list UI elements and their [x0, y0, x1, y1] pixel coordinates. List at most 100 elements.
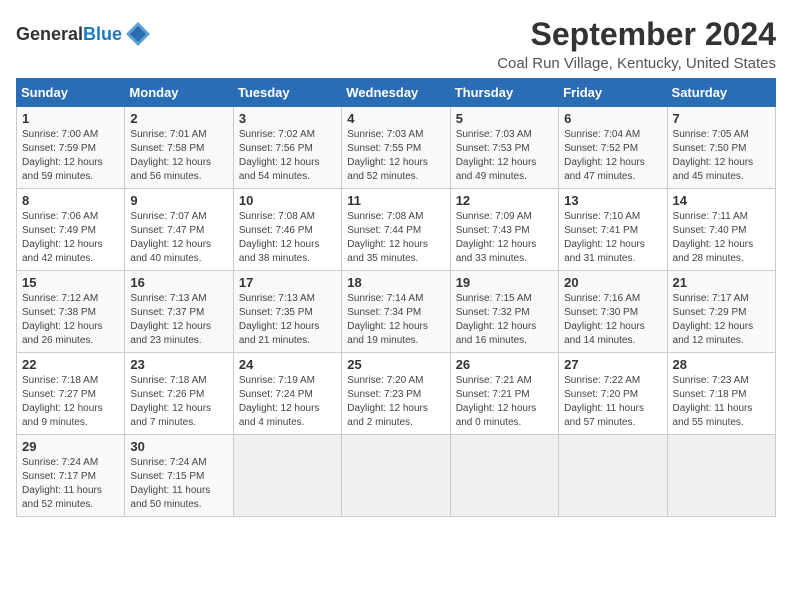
calendar-cell: 2 Sunrise: 7:01 AMSunset: 7:58 PMDayligh…: [125, 107, 233, 189]
calendar-cell: 6 Sunrise: 7:04 AMSunset: 7:52 PMDayligh…: [559, 107, 667, 189]
day-number: 29: [22, 439, 119, 454]
calendar-cell: 28 Sunrise: 7:23 AMSunset: 7:18 PMDaylig…: [667, 353, 775, 435]
day-number: 24: [239, 357, 336, 372]
day-number: 15: [22, 275, 119, 290]
calendar-cell: 14 Sunrise: 7:11 AMSunset: 7:40 PMDaylig…: [667, 189, 775, 271]
day-info: Sunrise: 7:03 AMSunset: 7:55 PMDaylight:…: [347, 129, 428, 182]
calendar-week-row: 22 Sunrise: 7:18 AMSunset: 7:27 PMDaylig…: [17, 353, 776, 435]
day-number: 11: [347, 193, 444, 208]
day-number: 27: [564, 357, 661, 372]
calendar-cell: 9 Sunrise: 7:07 AMSunset: 7:47 PMDayligh…: [125, 189, 233, 271]
day-number: 23: [130, 357, 227, 372]
day-number: 26: [456, 357, 553, 372]
page-subtitle: Coal Run Village, Kentucky, United State…: [497, 55, 776, 72]
calendar-cell: 17 Sunrise: 7:13 AMSunset: 7:35 PMDaylig…: [233, 271, 341, 353]
day-number: 20: [564, 275, 661, 290]
calendar-cell: 30 Sunrise: 7:24 AMSunset: 7:15 PMDaylig…: [125, 435, 233, 517]
calendar-cell: 10 Sunrise: 7:08 AMSunset: 7:46 PMDaylig…: [233, 189, 341, 271]
day-number: 13: [564, 193, 661, 208]
day-info: Sunrise: 7:20 AMSunset: 7:23 PMDaylight:…: [347, 375, 428, 428]
day-header-thursday: Thursday: [450, 79, 558, 107]
logo: GeneralBlue: [16, 20, 152, 48]
day-info: Sunrise: 7:06 AMSunset: 7:49 PMDaylight:…: [22, 211, 103, 264]
day-number: 30: [130, 439, 227, 454]
calendar-cell: 1 Sunrise: 7:00 AMSunset: 7:59 PMDayligh…: [17, 107, 125, 189]
logo-icon: [124, 20, 152, 48]
day-number: 12: [456, 193, 553, 208]
calendar-cell: 19 Sunrise: 7:15 AMSunset: 7:32 PMDaylig…: [450, 271, 558, 353]
day-number: 3: [239, 111, 336, 126]
day-header-wednesday: Wednesday: [342, 79, 450, 107]
header: GeneralBlue September 2024 Coal Run Vill…: [16, 16, 776, 72]
day-number: 21: [673, 275, 770, 290]
day-number: 25: [347, 357, 444, 372]
day-info: Sunrise: 7:22 AMSunset: 7:20 PMDaylight:…: [564, 375, 644, 428]
calendar-cell: 4 Sunrise: 7:03 AMSunset: 7:55 PMDayligh…: [342, 107, 450, 189]
calendar-header-row: SundayMondayTuesdayWednesdayThursdayFrid…: [17, 79, 776, 107]
day-number: 4: [347, 111, 444, 126]
calendar-week-row: 29 Sunrise: 7:24 AMSunset: 7:17 PMDaylig…: [17, 435, 776, 517]
calendar-cell: 26 Sunrise: 7:21 AMSunset: 7:21 PMDaylig…: [450, 353, 558, 435]
calendar-cell: 29 Sunrise: 7:24 AMSunset: 7:17 PMDaylig…: [17, 435, 125, 517]
day-header-sunday: Sunday: [17, 79, 125, 107]
day-info: Sunrise: 7:08 AMSunset: 7:46 PMDaylight:…: [239, 211, 320, 264]
day-header-friday: Friday: [559, 79, 667, 107]
day-number: 18: [347, 275, 444, 290]
calendar-cell: 27 Sunrise: 7:22 AMSunset: 7:20 PMDaylig…: [559, 353, 667, 435]
calendar-cell: [233, 435, 341, 517]
day-info: Sunrise: 7:14 AMSunset: 7:34 PMDaylight:…: [347, 293, 428, 346]
day-info: Sunrise: 7:21 AMSunset: 7:21 PMDaylight:…: [456, 375, 537, 428]
calendar-cell: [667, 435, 775, 517]
day-info: Sunrise: 7:00 AMSunset: 7:59 PMDaylight:…: [22, 129, 103, 182]
calendar-cell: 5 Sunrise: 7:03 AMSunset: 7:53 PMDayligh…: [450, 107, 558, 189]
day-info: Sunrise: 7:02 AMSunset: 7:56 PMDaylight:…: [239, 129, 320, 182]
day-number: 8: [22, 193, 119, 208]
day-header-monday: Monday: [125, 79, 233, 107]
calendar-week-row: 1 Sunrise: 7:00 AMSunset: 7:59 PMDayligh…: [17, 107, 776, 189]
calendar-cell: 21 Sunrise: 7:17 AMSunset: 7:29 PMDaylig…: [667, 271, 775, 353]
day-info: Sunrise: 7:19 AMSunset: 7:24 PMDaylight:…: [239, 375, 320, 428]
day-info: Sunrise: 7:09 AMSunset: 7:43 PMDaylight:…: [456, 211, 537, 264]
day-info: Sunrise: 7:10 AMSunset: 7:41 PMDaylight:…: [564, 211, 645, 264]
calendar-cell: 7 Sunrise: 7:05 AMSunset: 7:50 PMDayligh…: [667, 107, 775, 189]
logo-blue: Blue: [83, 24, 122, 44]
calendar-cell: [342, 435, 450, 517]
day-info: Sunrise: 7:24 AMSunset: 7:15 PMDaylight:…: [130, 457, 210, 510]
day-number: 14: [673, 193, 770, 208]
day-info: Sunrise: 7:01 AMSunset: 7:58 PMDaylight:…: [130, 129, 211, 182]
calendar-cell: [559, 435, 667, 517]
day-info: Sunrise: 7:18 AMSunset: 7:27 PMDaylight:…: [22, 375, 103, 428]
calendar-cell: 20 Sunrise: 7:16 AMSunset: 7:30 PMDaylig…: [559, 271, 667, 353]
calendar-cell: 23 Sunrise: 7:18 AMSunset: 7:26 PMDaylig…: [125, 353, 233, 435]
calendar-cell: 13 Sunrise: 7:10 AMSunset: 7:41 PMDaylig…: [559, 189, 667, 271]
day-info: Sunrise: 7:23 AMSunset: 7:18 PMDaylight:…: [673, 375, 753, 428]
day-number: 16: [130, 275, 227, 290]
day-number: 28: [673, 357, 770, 372]
day-number: 2: [130, 111, 227, 126]
day-info: Sunrise: 7:08 AMSunset: 7:44 PMDaylight:…: [347, 211, 428, 264]
logo-general: General: [16, 24, 83, 44]
day-info: Sunrise: 7:11 AMSunset: 7:40 PMDaylight:…: [673, 211, 754, 264]
calendar-week-row: 15 Sunrise: 7:12 AMSunset: 7:38 PMDaylig…: [17, 271, 776, 353]
day-number: 10: [239, 193, 336, 208]
calendar-cell: 11 Sunrise: 7:08 AMSunset: 7:44 PMDaylig…: [342, 189, 450, 271]
calendar-table: SundayMondayTuesdayWednesdayThursdayFrid…: [16, 78, 776, 517]
day-info: Sunrise: 7:15 AMSunset: 7:32 PMDaylight:…: [456, 293, 537, 346]
day-info: Sunrise: 7:18 AMSunset: 7:26 PMDaylight:…: [130, 375, 211, 428]
day-header-saturday: Saturday: [667, 79, 775, 107]
day-info: Sunrise: 7:24 AMSunset: 7:17 PMDaylight:…: [22, 457, 102, 510]
day-number: 22: [22, 357, 119, 372]
day-info: Sunrise: 7:03 AMSunset: 7:53 PMDaylight:…: [456, 129, 537, 182]
day-info: Sunrise: 7:07 AMSunset: 7:47 PMDaylight:…: [130, 211, 211, 264]
day-header-tuesday: Tuesday: [233, 79, 341, 107]
calendar-cell: 16 Sunrise: 7:13 AMSunset: 7:37 PMDaylig…: [125, 271, 233, 353]
calendar-cell: 3 Sunrise: 7:02 AMSunset: 7:56 PMDayligh…: [233, 107, 341, 189]
title-area: September 2024 Coal Run Village, Kentuck…: [497, 16, 776, 72]
day-number: 17: [239, 275, 336, 290]
day-info: Sunrise: 7:05 AMSunset: 7:50 PMDaylight:…: [673, 129, 754, 182]
day-number: 1: [22, 111, 119, 126]
page-title: September 2024: [497, 16, 776, 53]
day-info: Sunrise: 7:13 AMSunset: 7:37 PMDaylight:…: [130, 293, 211, 346]
calendar-cell: 18 Sunrise: 7:14 AMSunset: 7:34 PMDaylig…: [342, 271, 450, 353]
day-number: 5: [456, 111, 553, 126]
